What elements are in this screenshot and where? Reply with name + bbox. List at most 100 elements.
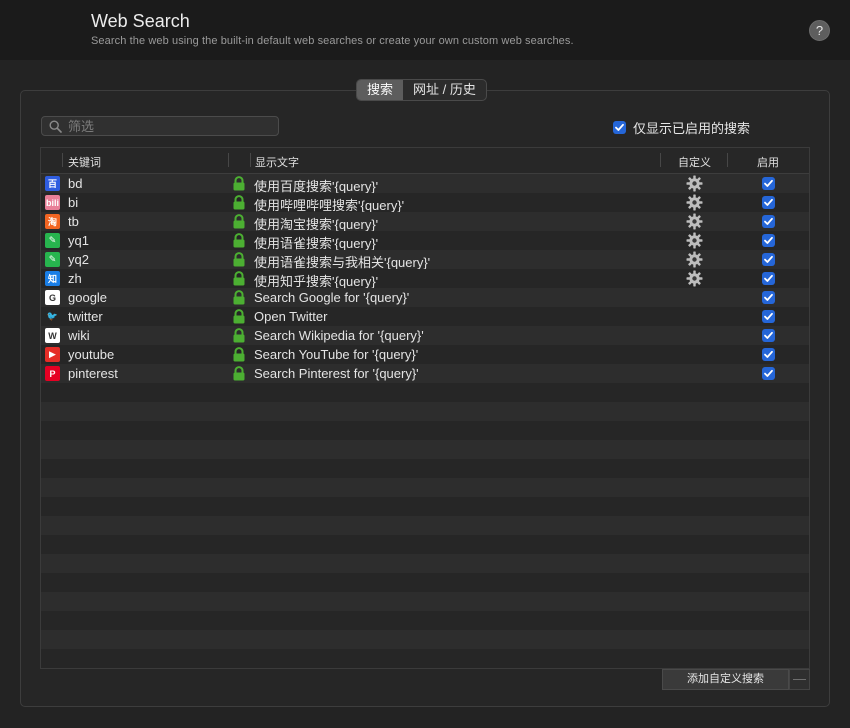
gear-icon[interactable]	[686, 194, 703, 211]
lock-icon	[232, 271, 246, 286]
keyword-cell[interactable]: yq2	[68, 252, 89, 267]
column-divider	[62, 153, 63, 167]
column-header-custom[interactable]: 自定义	[678, 154, 711, 170]
google-icon: G	[45, 290, 60, 305]
empty-table-row	[41, 402, 809, 421]
keyword-cell[interactable]: bd	[68, 176, 82, 191]
only-enabled-option[interactable]: 仅显示已启用的搜索	[613, 118, 750, 137]
help-button[interactable]: ?	[809, 20, 830, 41]
enabled-checkbox[interactable]	[762, 348, 775, 361]
keyword-cell[interactable]: pinterest	[68, 366, 118, 381]
column-divider	[727, 153, 728, 167]
enabled-checkbox[interactable]	[762, 291, 775, 304]
display-text-cell[interactable]: Open Twitter	[254, 309, 327, 324]
lock-icon	[232, 347, 246, 362]
column-header-keyword[interactable]: 关键词	[68, 154, 101, 170]
page-title: Web Search	[91, 11, 190, 31]
empty-table-row	[41, 592, 809, 611]
gear-icon[interactable]	[686, 232, 703, 249]
lock-icon	[232, 176, 246, 191]
page-subtitle: Search the web using the built-in defaul…	[91, 35, 574, 47]
only-enabled-checkbox[interactable]	[613, 121, 626, 134]
zhihu-icon: 知	[45, 271, 60, 286]
keyword-cell[interactable]: zh	[68, 271, 82, 286]
table-row[interactable]: 知 zh 使用知乎搜索'{query}'	[41, 269, 809, 289]
lock-icon	[232, 290, 246, 305]
table-row[interactable]: ✎ yq1 使用语雀搜索'{query}'	[41, 231, 809, 251]
column-divider	[660, 153, 661, 167]
search-icon	[49, 120, 62, 133]
column-header-display[interactable]: 显示文字	[255, 154, 299, 170]
remove-search-button[interactable]: —	[789, 669, 810, 690]
gear-icon[interactable]	[686, 251, 703, 268]
table-header: 关键词 显示文字 自定义 启用	[41, 148, 809, 174]
empty-table-row	[41, 459, 809, 478]
yuque-icon: ✎	[45, 252, 60, 267]
lock-icon	[232, 233, 246, 248]
gear-icon[interactable]	[686, 270, 703, 287]
enabled-checkbox[interactable]	[762, 234, 775, 247]
tab-search[interactable]: 搜索	[357, 80, 404, 100]
table-row[interactable]: ✎ yq2 使用语雀搜索与我相关'{query}'	[41, 250, 809, 270]
filter-input[interactable]	[68, 117, 273, 135]
table-row[interactable]: Wwiki Search Wikipedia for '{query}'	[41, 326, 809, 345]
enabled-checkbox[interactable]	[762, 367, 775, 380]
enabled-checkbox[interactable]	[762, 196, 775, 209]
gear-icon[interactable]	[686, 175, 703, 192]
enabled-checkbox[interactable]	[762, 215, 775, 228]
search-table: 关键词 显示文字 自定义 启用 百 bd 使用百度搜索'{query}' bili bi…	[40, 147, 810, 669]
wikipedia-icon: W	[45, 328, 60, 343]
table-row[interactable]: ▶ youtube Search YouTube for '{query}'	[41, 345, 809, 364]
table-row[interactable]: bili bi 使用哔哩哔哩搜索'{query}'	[41, 193, 809, 213]
youtube-icon: ▶	[45, 347, 60, 362]
enabled-checkbox[interactable]	[762, 310, 775, 323]
empty-table-row	[41, 554, 809, 573]
pinterest-icon: P	[45, 366, 60, 381]
column-header-enabled[interactable]: 启用	[757, 154, 779, 170]
table-row[interactable]: Ppinterest Search Pinterest for '{query}'	[41, 364, 809, 383]
empty-table-row	[41, 611, 809, 630]
table-row[interactable]: Ggoogle Search Google for '{query}'	[41, 288, 809, 307]
empty-table-row	[41, 478, 809, 497]
empty-table-row	[41, 516, 809, 535]
table-row[interactable]: 百 bd 使用百度搜索'{query}'	[41, 174, 809, 194]
empty-table-row	[41, 440, 809, 459]
keyword-cell[interactable]: google	[68, 290, 107, 305]
display-text-cell[interactable]: Search Pinterest for '{query}'	[254, 366, 419, 381]
keyword-cell[interactable]: twitter	[68, 309, 103, 324]
add-custom-search-button[interactable]: 添加自定义搜索	[662, 669, 789, 690]
display-text-cell[interactable]: Search Wikipedia for '{query}'	[254, 328, 424, 343]
keyword-cell[interactable]: tb	[68, 214, 79, 229]
column-divider	[250, 153, 251, 167]
column-divider	[228, 153, 229, 167]
empty-table-row	[41, 421, 809, 440]
bilibili-icon: bili	[45, 195, 60, 210]
empty-table-row	[41, 649, 809, 668]
empty-table-row	[41, 497, 809, 516]
lock-icon	[232, 328, 246, 343]
filter-field[interactable]	[41, 116, 279, 136]
tab-url-history[interactable]: 网址 / 历史	[403, 80, 486, 100]
only-enabled-label: 仅显示已启用的搜索	[633, 121, 751, 136]
display-text-cell[interactable]: Search Google for '{query}'	[254, 290, 409, 305]
keyword-cell[interactable]: wiki	[68, 328, 90, 343]
keyword-cell[interactable]: bi	[68, 195, 78, 210]
lock-icon	[232, 252, 246, 267]
display-text-cell[interactable]: Search YouTube for '{query}'	[254, 347, 418, 362]
yuque-icon: ✎	[45, 233, 60, 248]
keyword-cell[interactable]: youtube	[68, 347, 114, 362]
enabled-checkbox[interactable]	[762, 177, 775, 190]
lock-icon	[232, 195, 246, 210]
lock-icon	[232, 214, 246, 229]
segmented-tabs: 搜索 网址 / 历史	[356, 79, 487, 101]
enabled-checkbox[interactable]	[762, 272, 775, 285]
empty-table-row	[41, 383, 809, 402]
enabled-checkbox[interactable]	[762, 253, 775, 266]
table-row[interactable]: 淘 tb 使用淘宝搜索'{query}'	[41, 212, 809, 232]
gear-icon[interactable]	[686, 213, 703, 230]
empty-table-row	[41, 630, 809, 649]
enabled-checkbox[interactable]	[762, 329, 775, 342]
table-row[interactable]: 🐦 twitter Open Twitter	[41, 307, 809, 326]
empty-table-row	[41, 535, 809, 554]
keyword-cell[interactable]: yq1	[68, 233, 89, 248]
